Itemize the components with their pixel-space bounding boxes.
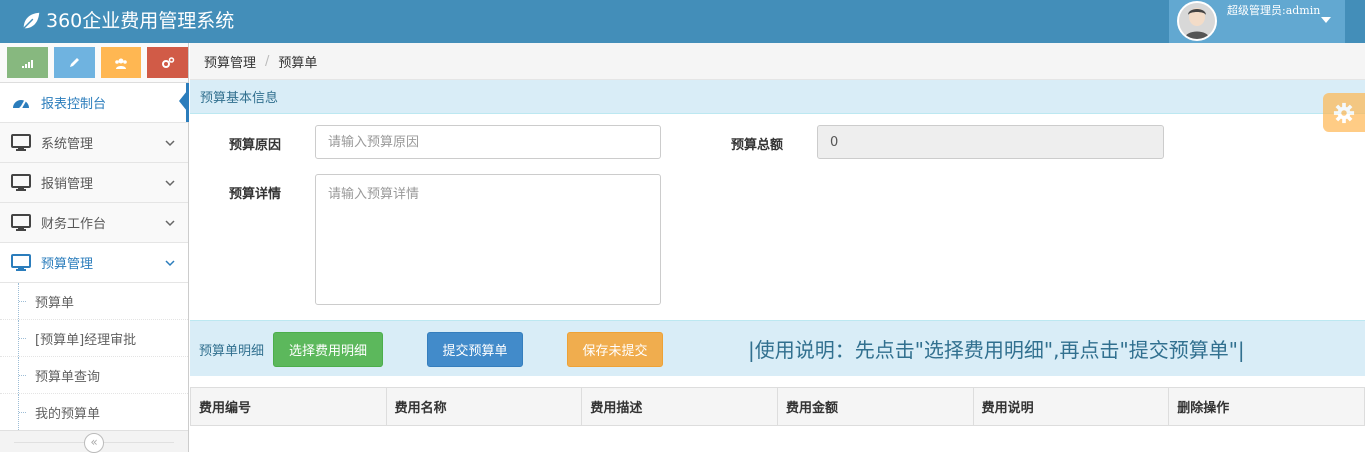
top-navbar: 360企业费用管理系统 超级管理员:admin [0, 0, 1365, 43]
breadcrumb-parent[interactable]: 预算管理 [204, 52, 256, 71]
detail-section-header: 预算单明细 选择费用明细 提交预算单 保存未提交 |使用说明：先点击"选择费用明… [190, 320, 1365, 376]
user-name: 超级管理员:admin [1227, 4, 1321, 17]
leaf-icon [23, 12, 40, 29]
submit-budget-button[interactable]: 提交预算单 [427, 332, 523, 367]
table-header-cell: 费用编号 [190, 387, 387, 426]
desktop-icon [11, 173, 31, 191]
basic-info-header: 预算基本信息 [190, 80, 1365, 114]
sidebar-item-reimburse[interactable]: 报销管理 [0, 163, 188, 203]
signal-icon [22, 59, 34, 68]
desktop-icon [11, 133, 31, 151]
table-header-cell: 费用描述 [581, 387, 778, 426]
chevron-down-icon [165, 180, 175, 187]
caret-down-icon [1321, 17, 1331, 23]
sidebar: 报表控制台 系统管理 报销管理 财务工作台 预算管理 预算单 [预算单]经理审批… [0, 43, 189, 453]
breadcrumb-separator: / [265, 53, 270, 69]
sidebar-item-finance[interactable]: 财务工作台 [0, 203, 188, 243]
shortcut-edit-button[interactable] [53, 47, 95, 78]
gear-icon [1333, 102, 1355, 123]
desktop-icon [11, 213, 31, 231]
detail-textarea[interactable] [315, 174, 661, 305]
sidebar-item-label: 预算管理 [41, 257, 94, 272]
table-header-cell: 费用金额 [776, 387, 974, 426]
shortcut-users-button[interactable] [100, 47, 142, 78]
desktop-icon [11, 253, 31, 271]
sidebar-item-label: 报表控制台 [41, 97, 107, 112]
pencil-icon [70, 57, 80, 67]
usage-note: |使用说明：先点击"选择费用明细",再点击"提交预算单"| [748, 338, 1245, 362]
sidebar-item-label: 系统管理 [41, 137, 94, 152]
breadcrumb-current: 预算单 [278, 55, 318, 71]
submenu-item-label: [预算单]经理审批 [35, 332, 137, 348]
app-title: 360企业费用管理系统 [46, 10, 235, 32]
detail-section-title: 预算单明细 [199, 344, 265, 359]
user-menu[interactable]: 超级管理员:admin [1169, 0, 1345, 43]
shortcut-settings-button[interactable] [147, 47, 188, 78]
save-draft-button[interactable]: 保存未提交 [567, 332, 663, 367]
sidebar-item-budget[interactable]: 预算管理 [0, 243, 188, 283]
breadcrumb: 预算管理 / 预算单 [190, 43, 1365, 80]
sidebar-item-label: 报销管理 [41, 177, 94, 192]
settings-toggle-button[interactable] [1323, 93, 1365, 132]
table-header-cell: 费用说明 [972, 387, 1170, 426]
basic-info-title: 预算基本信息 [200, 91, 279, 106]
sidebar-item-dashboard[interactable]: 报表控制台 [0, 83, 189, 123]
reason-label: 预算原因 [229, 138, 282, 153]
total-label: 预算总额 [731, 138, 784, 153]
brand[interactable]: 360企业费用管理系统 [20, 8, 234, 34]
table-header-row: 费用编号 费用名称 费用描述 费用金额 费用说明 删除操作 [190, 387, 1365, 426]
submenu-item-budget-query[interactable]: 预算单查询 [0, 357, 188, 394]
submenu-item-manager-approval[interactable]: [预算单]经理审批 [0, 320, 188, 357]
sidebar-item-system[interactable]: 系统管理 [0, 123, 188, 163]
total-amount-field [817, 125, 1164, 159]
reason-input[interactable] [315, 125, 661, 159]
avatar [1177, 1, 1217, 41]
detail-label: 预算详情 [229, 187, 282, 202]
cogs-icon [161, 56, 174, 68]
chevron-down-icon [165, 260, 175, 267]
table-header-cell: 删除操作 [1168, 387, 1365, 426]
table-header-cell: 费用名称 [385, 387, 583, 426]
users-icon [115, 58, 127, 69]
collapse-sidebar-button[interactable]: « [84, 433, 104, 453]
submenu-item-label: 预算单 [35, 295, 75, 311]
shortcut-bar [0, 43, 188, 83]
submenu-item-label: 预算单查询 [35, 369, 101, 385]
expense-table: 费用编号 费用名称 费用描述 费用金额 费用说明 删除操作 [190, 387, 1365, 426]
sidebar-collapse-bar: « [0, 430, 188, 453]
chevron-down-icon [165, 140, 175, 147]
submenu-item-my-budgets[interactable]: 我的预算单 [0, 394, 188, 431]
budget-submenu: 预算单 [预算单]经理审批 预算单查询 我的预算单 [0, 283, 188, 431]
select-expense-button[interactable]: 选择费用明细 [273, 332, 383, 367]
chevron-down-icon [165, 220, 175, 227]
submenu-item-budget-form[interactable]: 预算单 [0, 283, 188, 320]
submenu-item-label: 我的预算单 [35, 406, 101, 422]
shortcut-stats-button[interactable] [7, 47, 48, 78]
sidebar-item-label: 财务工作台 [41, 217, 107, 232]
dashboard-icon [13, 99, 29, 109]
